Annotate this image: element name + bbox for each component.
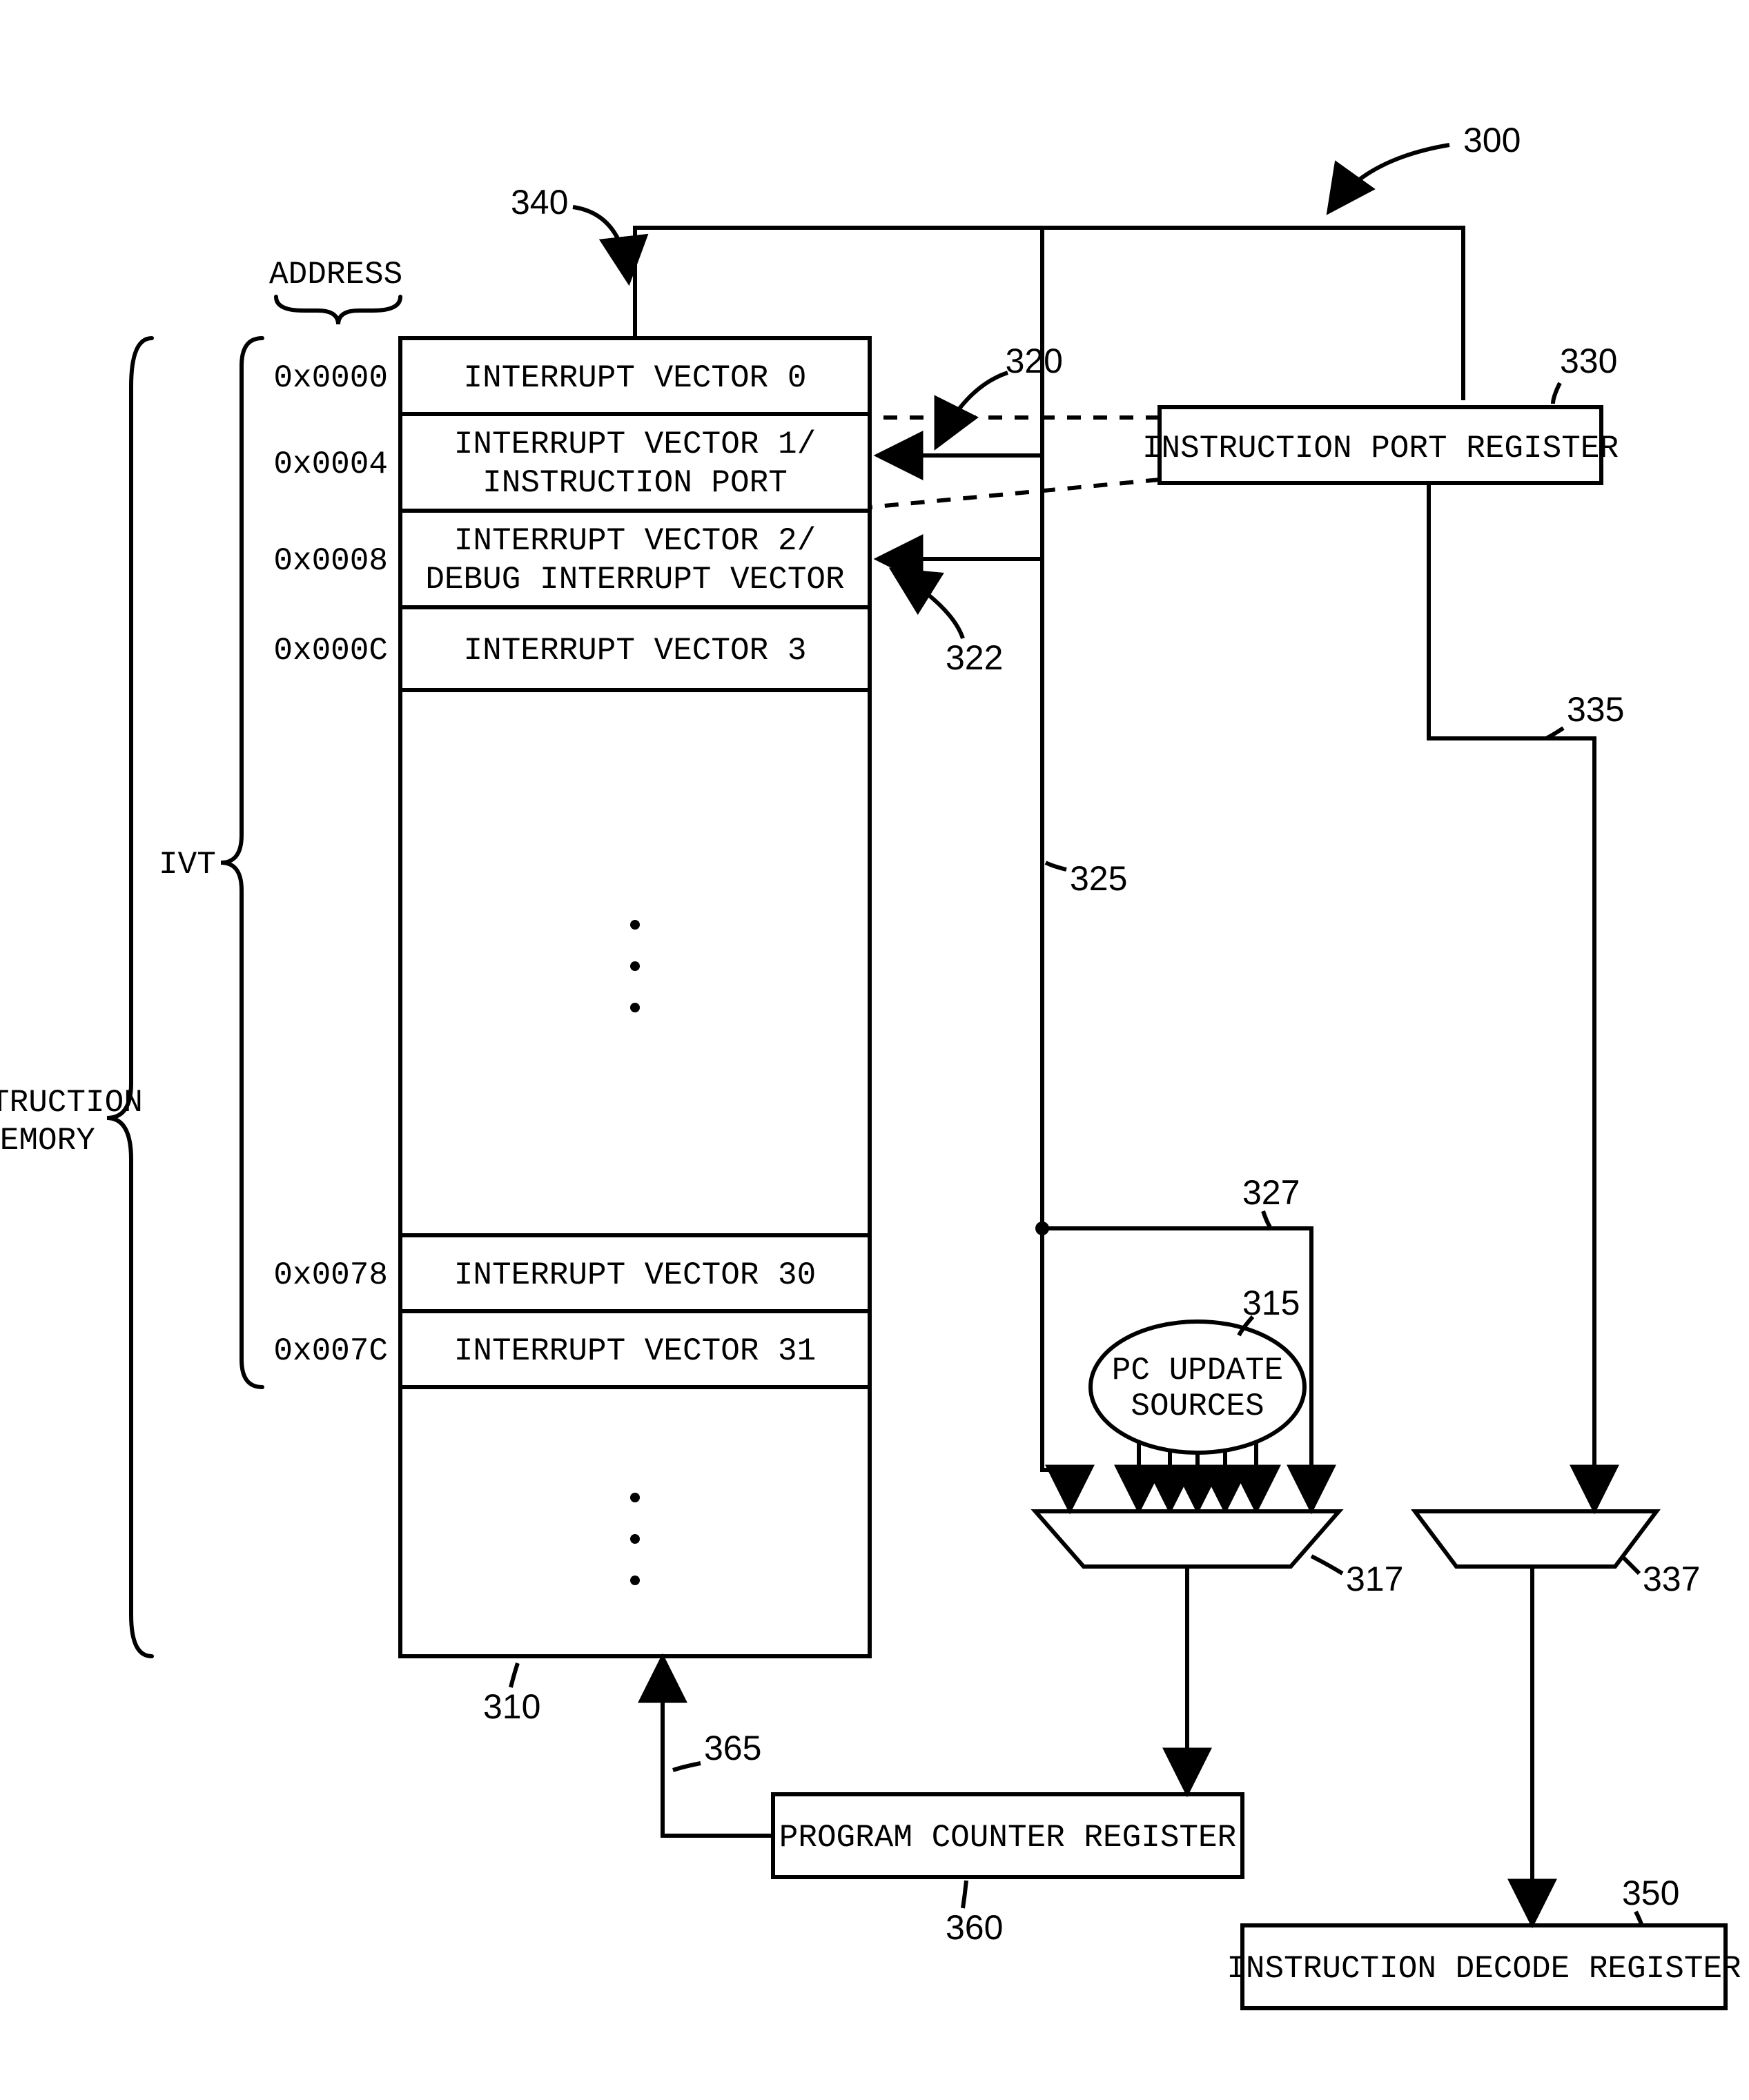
mem-row-31: INTERRUPT VECTOR 31 <box>454 1333 817 1369</box>
instruction-port-register-label: INSTRUCTION PORT REGISTER <box>1142 431 1619 467</box>
address-label: ADDRESS <box>269 257 402 293</box>
program-counter-register-label: PROGRAM COUNTER REGISTER <box>779 1820 1237 1856</box>
leader-310 <box>511 1663 518 1687</box>
inst-mem-line2: MEMORY <box>0 1123 95 1159</box>
callout-360: 360 <box>946 1908 1003 1947</box>
leader-337 <box>1622 1556 1639 1573</box>
mux-337 <box>1415 1511 1657 1567</box>
callout-350: 350 <box>1622 1874 1679 1912</box>
wire-340-right <box>1042 228 1463 400</box>
mem-row-2-l0: INTERRUPT VECTOR 2/ <box>454 523 817 559</box>
inst-mem-line1: INSTRUCTION <box>0 1085 143 1121</box>
callout-325: 325 <box>1070 859 1127 898</box>
instruction-decode-register-label: INSTRUCTION DECODE REGISTER <box>1227 1951 1741 1987</box>
leader-325 <box>1046 863 1066 870</box>
leader-365 <box>673 1763 701 1770</box>
wire-325-to-mux <box>1042 1228 1070 1504</box>
diagram-root: INTERRUPT VECTOR 0 INTERRUPT VECTOR 1/ I… <box>0 0 1749 2100</box>
pc-update-l1: PC UPDATE <box>1112 1353 1283 1388</box>
svg-text:0x0004: 0x0004 <box>273 447 388 482</box>
callout-300: 300 <box>1463 121 1521 159</box>
mem-row-3: INTERRUPT VECTOR 3 <box>464 633 807 669</box>
callout-365: 365 <box>704 1729 761 1767</box>
mem-row-0: INTERRUPT VECTOR 0 <box>464 360 807 396</box>
leader-300 <box>1332 145 1449 207</box>
ivt-brace <box>221 338 262 1387</box>
leader-360 <box>963 1881 966 1908</box>
svg-text:0x0078: 0x0078 <box>273 1257 388 1293</box>
mem-row-1-l0: INTERRUPT VECTOR 1/ <box>454 426 817 462</box>
mux-317 <box>1035 1511 1339 1567</box>
callout-330: 330 <box>1560 342 1617 380</box>
callout-310: 310 <box>483 1687 540 1726</box>
instruction-memory-brace <box>107 338 152 1656</box>
dash-link-bot <box>870 480 1160 507</box>
leader-317 <box>1311 1556 1342 1573</box>
callout-317: 317 <box>1346 1560 1403 1598</box>
leader-350 <box>1636 1912 1641 1924</box>
svg-text:0x0000: 0x0000 <box>273 360 388 396</box>
svg-text:0x000C: 0x000C <box>273 633 388 669</box>
ivt-label: IVT <box>159 847 216 883</box>
svg-text:0x0008: 0x0008 <box>273 543 388 579</box>
address-brace <box>276 297 400 324</box>
mem-row-1-l1: INSTRUCTION PORT <box>482 465 788 501</box>
address-column: 0x0000 0x0004 0x0008 0x000C 0x0078 0x007… <box>273 360 388 1369</box>
leader-322 <box>897 573 963 638</box>
callout-320: 320 <box>1006 342 1063 380</box>
leader-340 <box>573 207 628 276</box>
mem-row-2-l1: DEBUG INTERRUPT VECTOR <box>425 562 844 598</box>
svg-text:0x007C: 0x007C <box>273 1333 388 1369</box>
leader-330 <box>1553 383 1560 404</box>
leader-320 <box>939 373 1008 442</box>
leader-327 <box>1263 1211 1270 1227</box>
callout-327: 327 <box>1242 1173 1300 1212</box>
wire-335 <box>1429 483 1594 1504</box>
instruction-memory-table: INTERRUPT VECTOR 0 INTERRUPT VECTOR 1/ I… <box>400 338 870 1656</box>
pc-update-l2: SOURCES <box>1131 1388 1264 1424</box>
callout-340: 340 <box>511 183 568 222</box>
mem-row-30: INTERRUPT VECTOR 30 <box>454 1257 817 1293</box>
callout-337: 337 <box>1643 1560 1700 1598</box>
callout-322: 322 <box>946 638 1003 677</box>
callout-335: 335 <box>1567 690 1624 729</box>
